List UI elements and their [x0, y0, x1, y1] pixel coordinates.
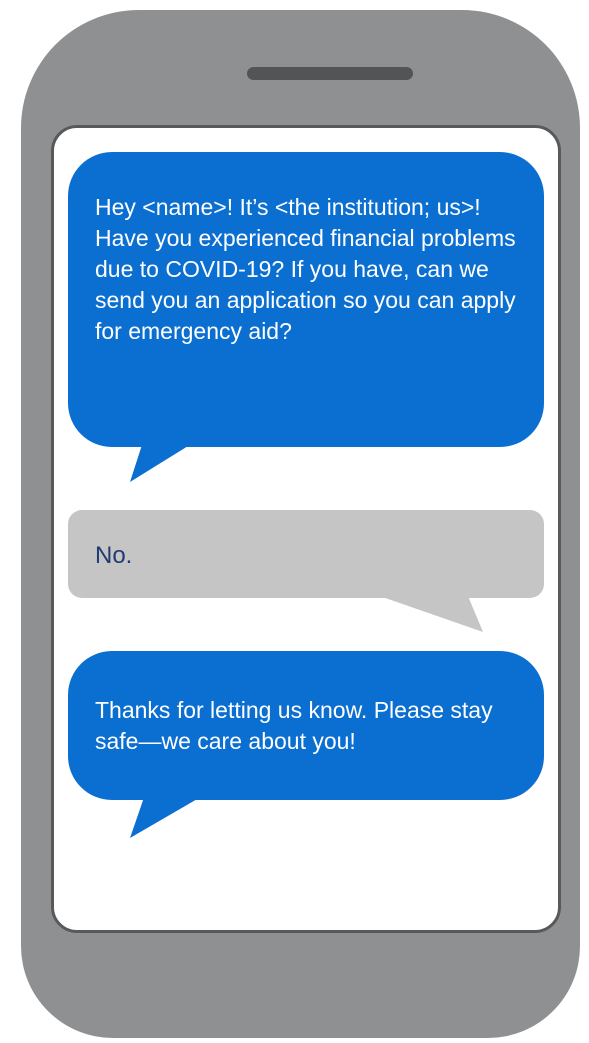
message-text: Thanks for letting us know. Please stay … [95, 697, 493, 754]
message-text: No. [95, 542, 133, 569]
incoming-bubble-tail [130, 780, 230, 838]
outgoing-bubble-tail [345, 584, 483, 632]
message-text: Hey <name>! It’s <the institution; us>! … [95, 194, 516, 344]
incoming-bubble-tail [130, 420, 230, 482]
speaker-grille [247, 67, 413, 80]
message-bubble-incoming: Hey <name>! It’s <the institution; us>! … [68, 152, 544, 447]
message-bubble-incoming: Thanks for letting us know. Please stay … [68, 651, 544, 800]
